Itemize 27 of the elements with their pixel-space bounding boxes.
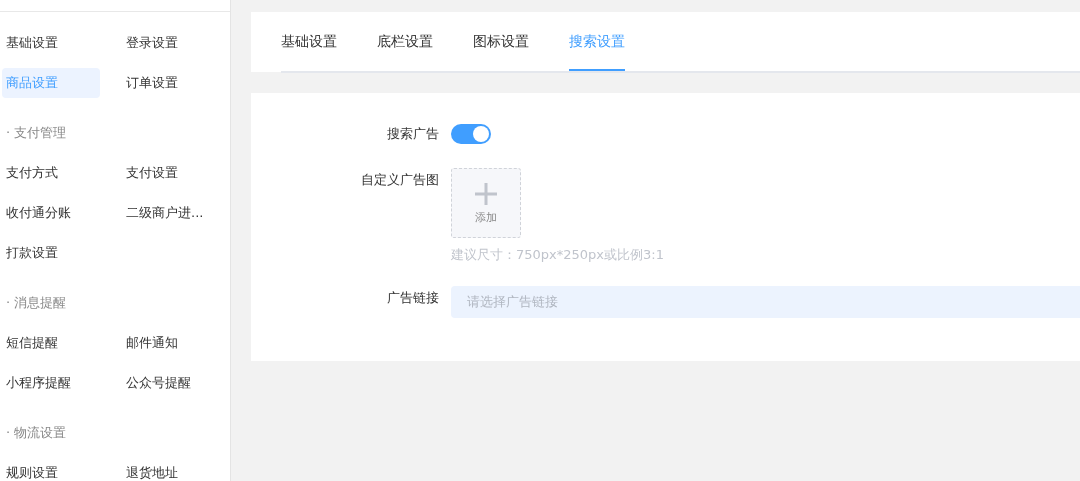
sidebar-item[interactable]: 支付方式 <box>2 158 100 188</box>
size-hint: 建议尺寸：750px*250px或比例3:1 <box>451 246 664 264</box>
section-title: · 物流设置 <box>5 424 68 442</box>
sidebar-item[interactable]: 登录设置 <box>122 28 220 58</box>
field-label: 搜索广告 <box>386 125 439 143</box>
sidebar-item[interactable]: 基础设置 <box>2 28 100 58</box>
sidebar-item[interactable]: 公众号提醒 <box>122 368 220 398</box>
field-label: 自定义广告图 <box>360 171 439 189</box>
sidebar-item[interactable]: 收付通分账 <box>2 198 100 228</box>
tab[interactable]: 图标设置 <box>473 24 529 71</box>
sidebar-item[interactable]: 订单设置 <box>122 68 220 98</box>
field-label: 广告链接 <box>386 289 439 307</box>
sidebar-item[interactable]: 二级商户进... <box>122 198 220 228</box>
tab[interactable]: 基础设置 <box>281 24 337 71</box>
sidebar-item[interactable]: 邮件通知 <box>122 328 220 358</box>
sidebar-item[interactable]: 短信提醒 <box>2 328 100 358</box>
section-title: · 消息提醒 <box>5 294 68 312</box>
sidebar-item[interactable]: 小程序提醒 <box>2 368 100 398</box>
toggle-switch[interactable] <box>451 124 491 144</box>
plus-icon <box>474 181 498 206</box>
section-title: · 支付管理 <box>5 124 68 142</box>
sidebar-item[interactable]: 支付设置 <box>122 158 220 188</box>
sidebar-item[interactable]: 规则设置 <box>2 458 100 481</box>
sidebar-item[interactable]: 退货地址 <box>122 458 220 481</box>
upload-button[interactable]: 添加 <box>451 168 521 238</box>
tab[interactable]: 底栏设置 <box>377 24 433 71</box>
sidebar-item[interactable]: 打款设置 <box>2 238 100 268</box>
